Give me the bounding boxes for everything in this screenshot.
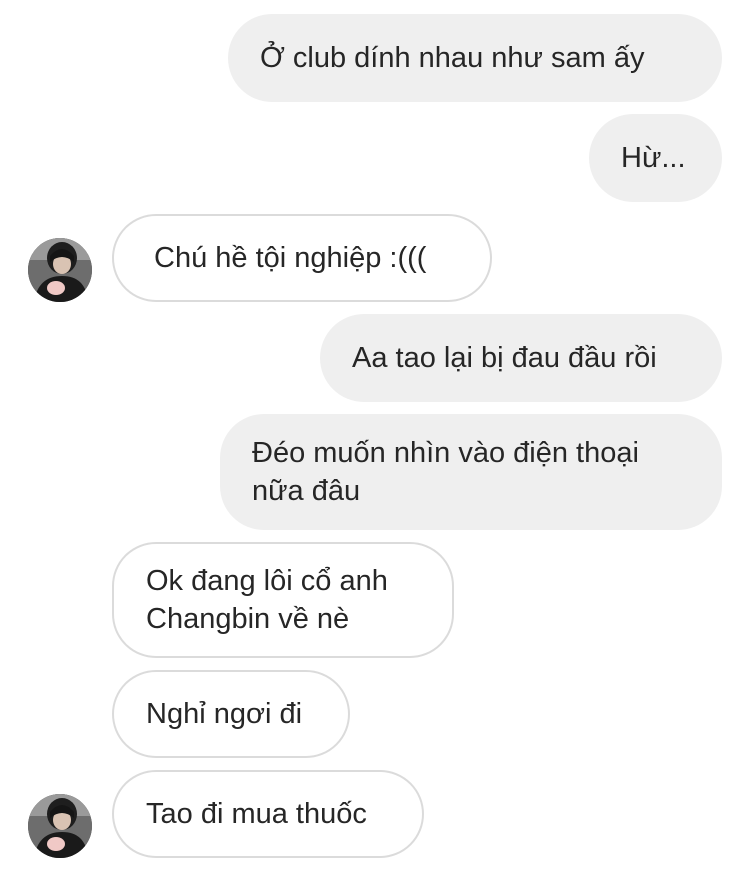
message-bubble-sent[interactable]: Ở club dính nhau như sam ấy <box>228 14 722 102</box>
message-text: Ở club dính nhau như sam ấy <box>260 42 645 74</box>
message-text-line: nữa đâu <box>252 475 361 507</box>
chat-thread: Ở club dính nhau như sam ấy Hừ... Chú hề… <box>0 0 750 896</box>
message-text: Hừ... <box>621 142 686 174</box>
message-bubble-sent[interactable]: Hừ... <box>589 114 722 202</box>
message-text: Chú hề tội nghiệp :((( <box>154 242 427 274</box>
message-text: Nghỉ ngơi đi <box>146 698 303 730</box>
message-text-line: Ok đang lôi cổ anh <box>146 565 388 597</box>
message-bubble-received[interactable]: Chú hề tội nghiệp :((( <box>112 214 492 302</box>
message-text-line: Đéo muốn nhìn vào điện thoại <box>252 437 639 469</box>
message-bubble-received[interactable]: Ok đang lôi cổ anh Changbin về nè <box>112 542 454 658</box>
message-text-line: Changbin về nè <box>146 603 350 635</box>
message-bubble-sent[interactable]: Aa tao lại bị đau đầu rồi <box>320 314 722 402</box>
message-text: Tao đi mua thuốc <box>146 798 367 830</box>
message-text: Aa tao lại bị đau đầu rồi <box>352 342 657 374</box>
contact-avatar-icon[interactable] <box>28 794 92 858</box>
contact-avatar-icon[interactable] <box>28 238 92 302</box>
message-bubble-received[interactable]: Nghỉ ngơi đi <box>112 670 350 758</box>
message-bubble-received[interactable]: Tao đi mua thuốc <box>112 770 424 858</box>
message-bubble-sent[interactable]: Đéo muốn nhìn vào điện thoại nữa đâu <box>220 414 722 530</box>
